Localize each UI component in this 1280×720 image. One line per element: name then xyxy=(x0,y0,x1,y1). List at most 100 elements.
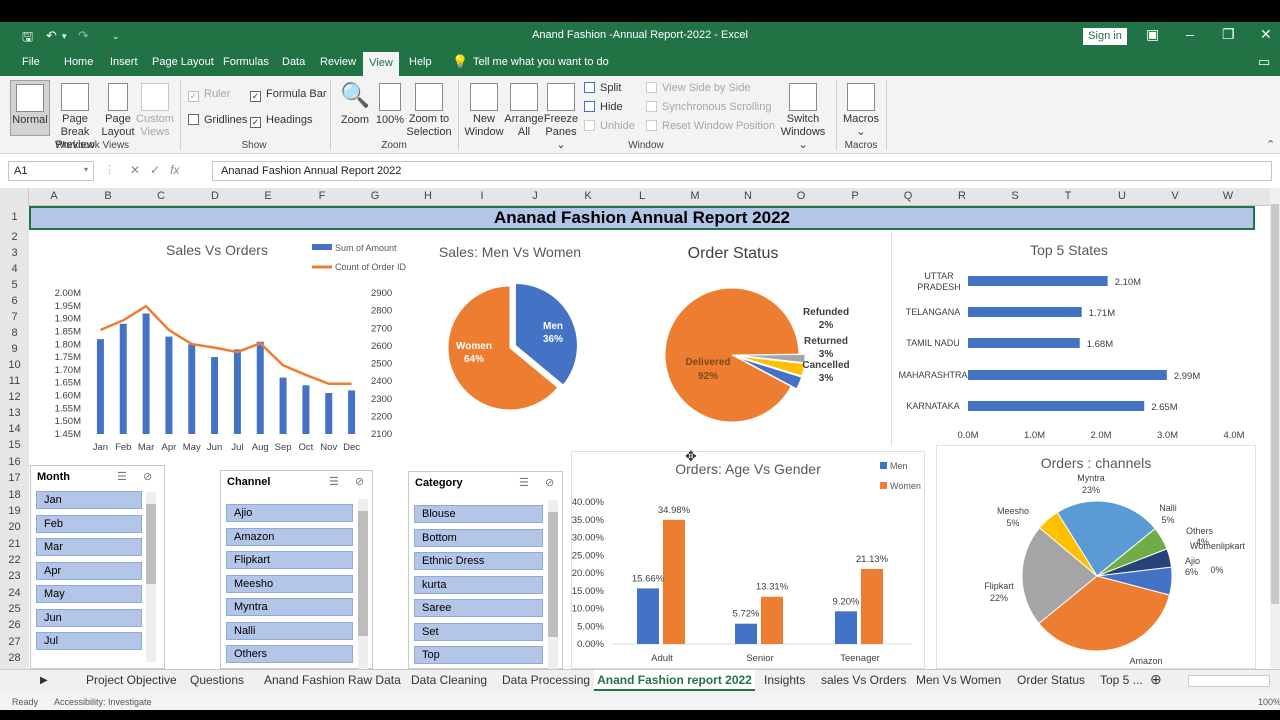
tab-page-layout[interactable]: Page Layout xyxy=(152,56,214,68)
row-header[interactable]: 10 xyxy=(0,359,29,371)
slicer-scroll-thumb[interactable] xyxy=(548,512,558,637)
freeze-panes-button[interactable]: Freeze Panes ⌄ xyxy=(542,80,580,152)
orders-channels-chart[interactable]: Orders : channels Myntra 23% Nalli 5% Others… xyxy=(936,445,1256,669)
slicer-item[interactable]: Others xyxy=(226,645,353,663)
slicer-item[interactable]: Set xyxy=(414,622,543,641)
multi-select-icon[interactable]: ☰ xyxy=(329,475,339,488)
name-box-dropdown-icon[interactable]: ▾ xyxy=(84,165,88,174)
slicer-item[interactable]: Bottom xyxy=(414,528,543,547)
channel-slicer[interactable]: Channel ☰ ⊘ Ajio Amazon Flipkart Meesho Mynt… xyxy=(220,470,373,669)
accessibility-status[interactable]: Accessibility: Investigate xyxy=(54,697,152,707)
row-header[interactable]: 17 xyxy=(0,472,29,484)
row-header[interactable]: 4 xyxy=(0,263,29,275)
row-header[interactable]: 6 xyxy=(0,295,29,307)
column-header[interactable]: V xyxy=(1165,190,1185,202)
column-header[interactable]: C xyxy=(151,190,171,202)
column-header[interactable]: I xyxy=(472,190,492,202)
column-header[interactable]: R xyxy=(952,190,972,202)
select-all-corner[interactable] xyxy=(0,188,29,206)
sign-in-button[interactable]: Sign in xyxy=(1083,28,1127,45)
slicer-item[interactable]: Nalli xyxy=(226,621,353,640)
sheet-tab[interactable]: Data Cleaning xyxy=(411,673,487,687)
row-header[interactable]: 28 xyxy=(0,652,29,664)
column-header[interactable]: D xyxy=(205,190,225,202)
name-box[interactable]: A1 xyxy=(8,161,94,181)
slicer-item[interactable]: Mar xyxy=(36,538,142,556)
reset-window-position-button[interactable]: Reset Window Position xyxy=(646,120,775,132)
column-header[interactable]: E xyxy=(258,190,278,202)
zoom-level[interactable]: 100% xyxy=(1258,697,1280,707)
slicer-item[interactable]: Jul xyxy=(36,632,142,650)
sheet-tab[interactable]: Data Processing xyxy=(502,673,590,687)
column-header[interactable]: Q xyxy=(898,190,918,202)
column-header[interactable]: K xyxy=(578,190,598,202)
normal-view-button[interactable]: Normal xyxy=(10,80,50,136)
slicer-item[interactable]: Meesho xyxy=(226,574,353,593)
column-header[interactable]: T xyxy=(1058,190,1078,202)
custom-views-button[interactable]: Custom Views xyxy=(136,80,174,139)
tab-help[interactable]: Help xyxy=(409,56,432,68)
sheet-tab[interactable]: Order Status xyxy=(1017,673,1085,687)
column-header[interactable]: G xyxy=(365,190,385,202)
row-header[interactable]: 24 xyxy=(0,587,29,599)
multi-select-icon[interactable]: ☰ xyxy=(117,470,127,483)
add-sheet-icon[interactable]: ⊕ xyxy=(1150,671,1162,688)
gridlines-checkbox[interactable]: Gridlines xyxy=(188,114,247,126)
tab-file[interactable]: File xyxy=(22,56,40,68)
row-header[interactable]: 3 xyxy=(0,247,29,259)
clear-filter-icon[interactable]: ⊘ xyxy=(355,475,364,488)
slicer-item[interactable]: May xyxy=(36,585,142,603)
tab-view[interactable]: View xyxy=(363,52,399,76)
hide-button[interactable]: Hide xyxy=(584,101,623,113)
slicer-item[interactable]: Jun xyxy=(36,608,142,627)
slicer-item[interactable]: Apr xyxy=(36,561,142,580)
sheet-tab[interactable]: Anand Fashion Raw Data xyxy=(264,673,401,687)
column-header[interactable]: W xyxy=(1218,190,1238,202)
restore-icon[interactable]: ❐ xyxy=(1222,26,1235,43)
row-header[interactable]: 12 xyxy=(0,391,29,403)
row-header[interactable]: 1 xyxy=(0,211,29,223)
switch-windows-button[interactable]: Switch Windows ⌄ xyxy=(778,80,828,152)
slicer-scroll-thumb[interactable] xyxy=(358,511,368,636)
tab-scroll-right-icon[interactable]: ▶ xyxy=(40,675,48,686)
view-side-by-side-button[interactable]: View Side by Side xyxy=(646,82,750,94)
clear-filter-icon[interactable]: ⊘ xyxy=(545,476,554,489)
column-header[interactable]: H xyxy=(418,190,438,202)
multi-select-icon[interactable]: ☰ xyxy=(519,476,529,489)
ruler-checkbox[interactable]: ✓ Ruler xyxy=(188,88,230,102)
column-header[interactable]: P xyxy=(845,190,865,202)
synchronous-scrolling-button[interactable]: Synchronous Scrolling xyxy=(646,101,771,113)
slicer-item[interactable]: Feb xyxy=(36,514,142,533)
slicer-item[interactable]: Top xyxy=(414,646,543,664)
ribbon-display-icon[interactable]: ▣ xyxy=(1146,26,1159,43)
row-header[interactable]: 23 xyxy=(0,570,29,582)
tab-formulas[interactable]: Formulas xyxy=(223,56,269,68)
row-header[interactable]: 20 xyxy=(0,521,29,533)
tab-review[interactable]: Review xyxy=(320,56,356,68)
zoom-100-button[interactable]: 100% xyxy=(374,80,406,127)
vertical-scroll-thumb[interactable] xyxy=(1271,204,1279,604)
minimize-icon[interactable]: – xyxy=(1186,26,1194,42)
row-header[interactable]: 14 xyxy=(0,423,29,435)
report-banner[interactable]: Ananad Fashion Annual Report 2022 xyxy=(29,206,1255,230)
slicer-item[interactable]: Flipkart xyxy=(226,551,353,569)
row-header[interactable]: 16 xyxy=(0,456,29,468)
unhide-button[interactable]: Unhide xyxy=(584,120,635,132)
slicer-item[interactable]: kurta xyxy=(414,575,543,594)
tab-insert[interactable]: Insert xyxy=(110,56,138,68)
sheet-tab[interactable]: Insights xyxy=(764,673,805,687)
row-header[interactable]: 2 xyxy=(0,231,29,243)
split-button[interactable]: Split xyxy=(584,82,621,94)
column-header[interactable]: S xyxy=(1005,190,1025,202)
row-header[interactable]: 7 xyxy=(0,311,29,323)
slicer-item[interactable]: Myntra xyxy=(226,598,353,616)
age-vs-gender-chart[interactable]: Orders: Age Vs Gender Men Women 40.00% 35… xyxy=(571,451,925,669)
row-header[interactable]: 18 xyxy=(0,489,29,501)
column-header[interactable]: U xyxy=(1112,190,1132,202)
row-header[interactable]: 19 xyxy=(0,505,29,517)
slicer-item[interactable]: Ajio xyxy=(226,504,353,522)
sheet-tab[interactable]: sales Vs Orders xyxy=(821,673,906,687)
headings-checkbox[interactable]: ✓ Headings xyxy=(250,114,312,128)
tell-me-search[interactable]: Tell me what you want to do xyxy=(473,56,609,68)
category-slicer[interactable]: Category ☰ ⊘ Blouse Bottom Ethnic Dress kur… xyxy=(408,471,563,669)
